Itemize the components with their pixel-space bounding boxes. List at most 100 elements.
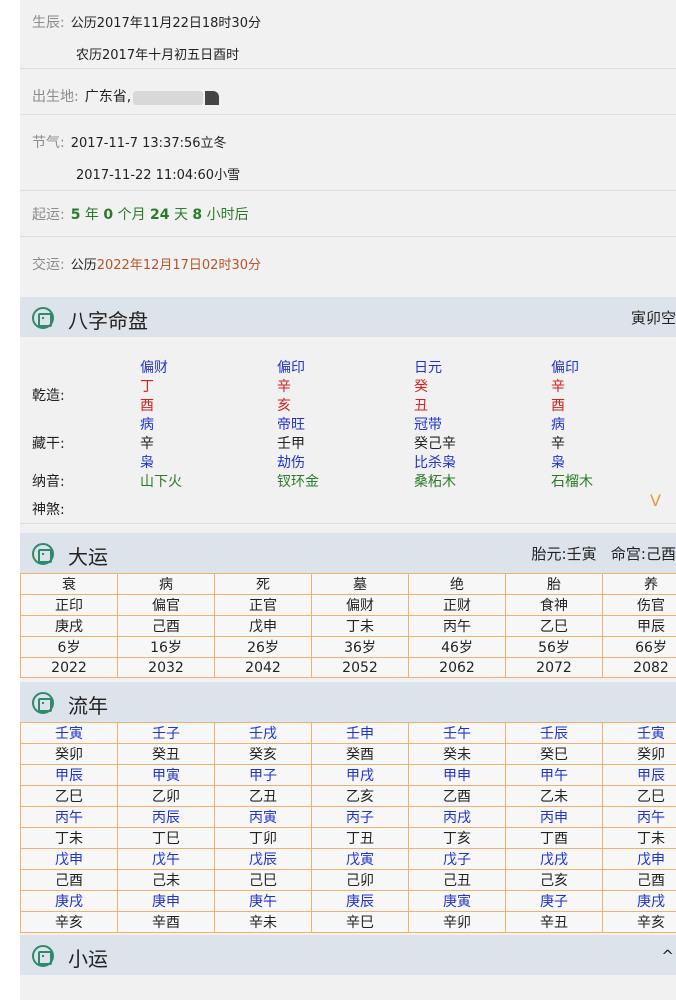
table-cell[interactable]: 丁未 <box>311 615 409 637</box>
table-cell[interactable]: 甲戌 <box>311 764 409 786</box>
xiaoyun-header[interactable]: 小运 ^ <box>20 935 676 975</box>
table-cell[interactable]: 乙丑 <box>214 785 312 807</box>
table-cell[interactable]: 壬辰 <box>505 722 603 744</box>
table-cell[interactable]: 6岁 <box>20 636 118 658</box>
table-cell[interactable]: 己酉 <box>117 615 215 637</box>
table-cell[interactable]: 甲申 <box>408 764 506 786</box>
table-cell[interactable]: 辛巳 <box>311 911 409 933</box>
table-cell[interactable]: 衰 <box>20 573 118 595</box>
collapse-chevron-icon[interactable]: ^ <box>661 947 674 965</box>
table-cell[interactable]: 56岁 <box>505 636 603 658</box>
table-cell[interactable]: 甲寅 <box>117 764 215 786</box>
table-cell[interactable]: 庚戌 <box>20 890 118 912</box>
table-cell[interactable]: 庚申 <box>117 890 215 912</box>
table-cell[interactable]: 壬戌 <box>214 722 312 744</box>
table-cell[interactable]: 丁亥 <box>408 827 506 849</box>
table-cell[interactable]: 绝 <box>408 573 506 595</box>
table-cell[interactable]: 癸丑 <box>117 743 215 765</box>
table-cell[interactable]: 养 <box>602 573 676 595</box>
dayun-header[interactable]: 大运 胎元:壬寅 命宫:己酉 <box>20 533 676 573</box>
table-cell[interactable]: 甲辰 <box>20 764 118 786</box>
table-cell[interactable]: 死 <box>214 573 312 595</box>
table-cell[interactable]: 乙巳 <box>602 785 676 807</box>
table-cell[interactable]: 26岁 <box>214 636 312 658</box>
table-cell[interactable]: 己亥 <box>505 869 603 891</box>
table-cell[interactable]: 乙未 <box>505 785 603 807</box>
table-cell[interactable]: 戊戌 <box>505 848 603 870</box>
table-cell[interactable]: 2032 <box>117 657 215 678</box>
table-cell[interactable]: 66岁 <box>602 636 676 658</box>
table-cell[interactable]: 2062 <box>408 657 506 678</box>
table-cell[interactable]: 甲辰 <box>602 615 676 637</box>
table-cell[interactable]: 辛亥 <box>20 911 118 933</box>
liunian-header[interactable]: 流年 <box>20 682 676 722</box>
table-cell[interactable]: 甲子 <box>214 764 312 786</box>
table-cell[interactable]: 癸酉 <box>311 743 409 765</box>
table-cell[interactable]: 庚子 <box>505 890 603 912</box>
table-cell[interactable]: 2042 <box>214 657 312 678</box>
bazi-header[interactable]: 八字命盘 寅卯空 <box>20 297 676 337</box>
table-cell[interactable]: 壬申 <box>311 722 409 744</box>
table-cell[interactable]: 壬子 <box>117 722 215 744</box>
table-cell[interactable]: 己卯 <box>311 869 409 891</box>
table-cell[interactable]: 癸卯 <box>602 743 676 765</box>
table-cell[interactable]: 乙酉 <box>408 785 506 807</box>
table-cell[interactable]: 辛卯 <box>408 911 506 933</box>
table-cell[interactable]: 庚辰 <box>311 890 409 912</box>
table-cell[interactable]: 辛未 <box>214 911 312 933</box>
table-cell[interactable]: 丙申 <box>505 806 603 828</box>
table-cell[interactable]: 己巳 <box>214 869 312 891</box>
table-cell[interactable]: 丁未 <box>20 827 118 849</box>
table-cell[interactable]: 病 <box>117 573 215 595</box>
table-cell[interactable]: 伤官 <box>602 594 676 616</box>
table-cell[interactable]: 2022 <box>20 657 118 678</box>
table-cell[interactable]: 乙亥 <box>311 785 409 807</box>
table-cell[interactable]: 庚寅 <box>408 890 506 912</box>
table-cell[interactable]: 乙卯 <box>117 785 215 807</box>
table-cell[interactable]: 癸巳 <box>505 743 603 765</box>
table-cell[interactable]: 2072 <box>505 657 603 678</box>
table-cell[interactable]: 丙子 <box>311 806 409 828</box>
table-cell[interactable]: 偏财 <box>311 594 409 616</box>
table-cell[interactable]: 正印 <box>20 594 118 616</box>
table-cell[interactable]: 己酉 <box>602 869 676 891</box>
table-cell[interactable]: 36岁 <box>311 636 409 658</box>
table-cell[interactable]: 甲辰 <box>602 764 676 786</box>
table-cell[interactable]: 己丑 <box>408 869 506 891</box>
table-cell[interactable]: 丙戌 <box>408 806 506 828</box>
table-cell[interactable]: 丙午 <box>20 806 118 828</box>
table-cell[interactable]: 丁酉 <box>505 827 603 849</box>
table-cell[interactable]: 乙巳 <box>20 785 118 807</box>
table-cell[interactable]: 壬午 <box>408 722 506 744</box>
table-cell[interactable]: 正官 <box>214 594 312 616</box>
table-cell[interactable]: 癸未 <box>408 743 506 765</box>
table-cell[interactable]: 己酉 <box>20 869 118 891</box>
table-cell[interactable]: 辛亥 <box>602 911 676 933</box>
table-cell[interactable]: 2082 <box>602 657 676 678</box>
table-cell[interactable]: 丁未 <box>602 827 676 849</box>
table-cell[interactable]: 戊申 <box>602 848 676 870</box>
table-cell[interactable]: 辛酉 <box>117 911 215 933</box>
table-cell[interactable]: 胎 <box>505 573 603 595</box>
table-cell[interactable]: 己未 <box>117 869 215 891</box>
table-cell[interactable]: 丁巳 <box>117 827 215 849</box>
table-cell[interactable]: 戊午 <box>117 848 215 870</box>
table-cell[interactable]: 丙寅 <box>214 806 312 828</box>
table-cell[interactable]: 16岁 <box>117 636 215 658</box>
table-cell[interactable]: 戊子 <box>408 848 506 870</box>
table-cell[interactable]: 丙午 <box>602 806 676 828</box>
table-cell[interactable]: 食神 <box>505 594 603 616</box>
table-cell[interactable]: 偏官 <box>117 594 215 616</box>
table-cell[interactable]: 墓 <box>311 573 409 595</box>
table-cell[interactable]: 庚午 <box>214 890 312 912</box>
table-cell[interactable]: 壬寅 <box>20 722 118 744</box>
table-cell[interactable]: 庚戌 <box>602 890 676 912</box>
table-cell[interactable]: 46岁 <box>408 636 506 658</box>
table-cell[interactable]: 丁卯 <box>214 827 312 849</box>
table-cell[interactable]: 甲午 <box>505 764 603 786</box>
table-cell[interactable]: 正财 <box>408 594 506 616</box>
table-cell[interactable]: 戊辰 <box>214 848 312 870</box>
table-cell[interactable]: 2052 <box>311 657 409 678</box>
expand-chevron-icon[interactable]: V <box>650 491 661 510</box>
table-cell[interactable]: 癸亥 <box>214 743 312 765</box>
